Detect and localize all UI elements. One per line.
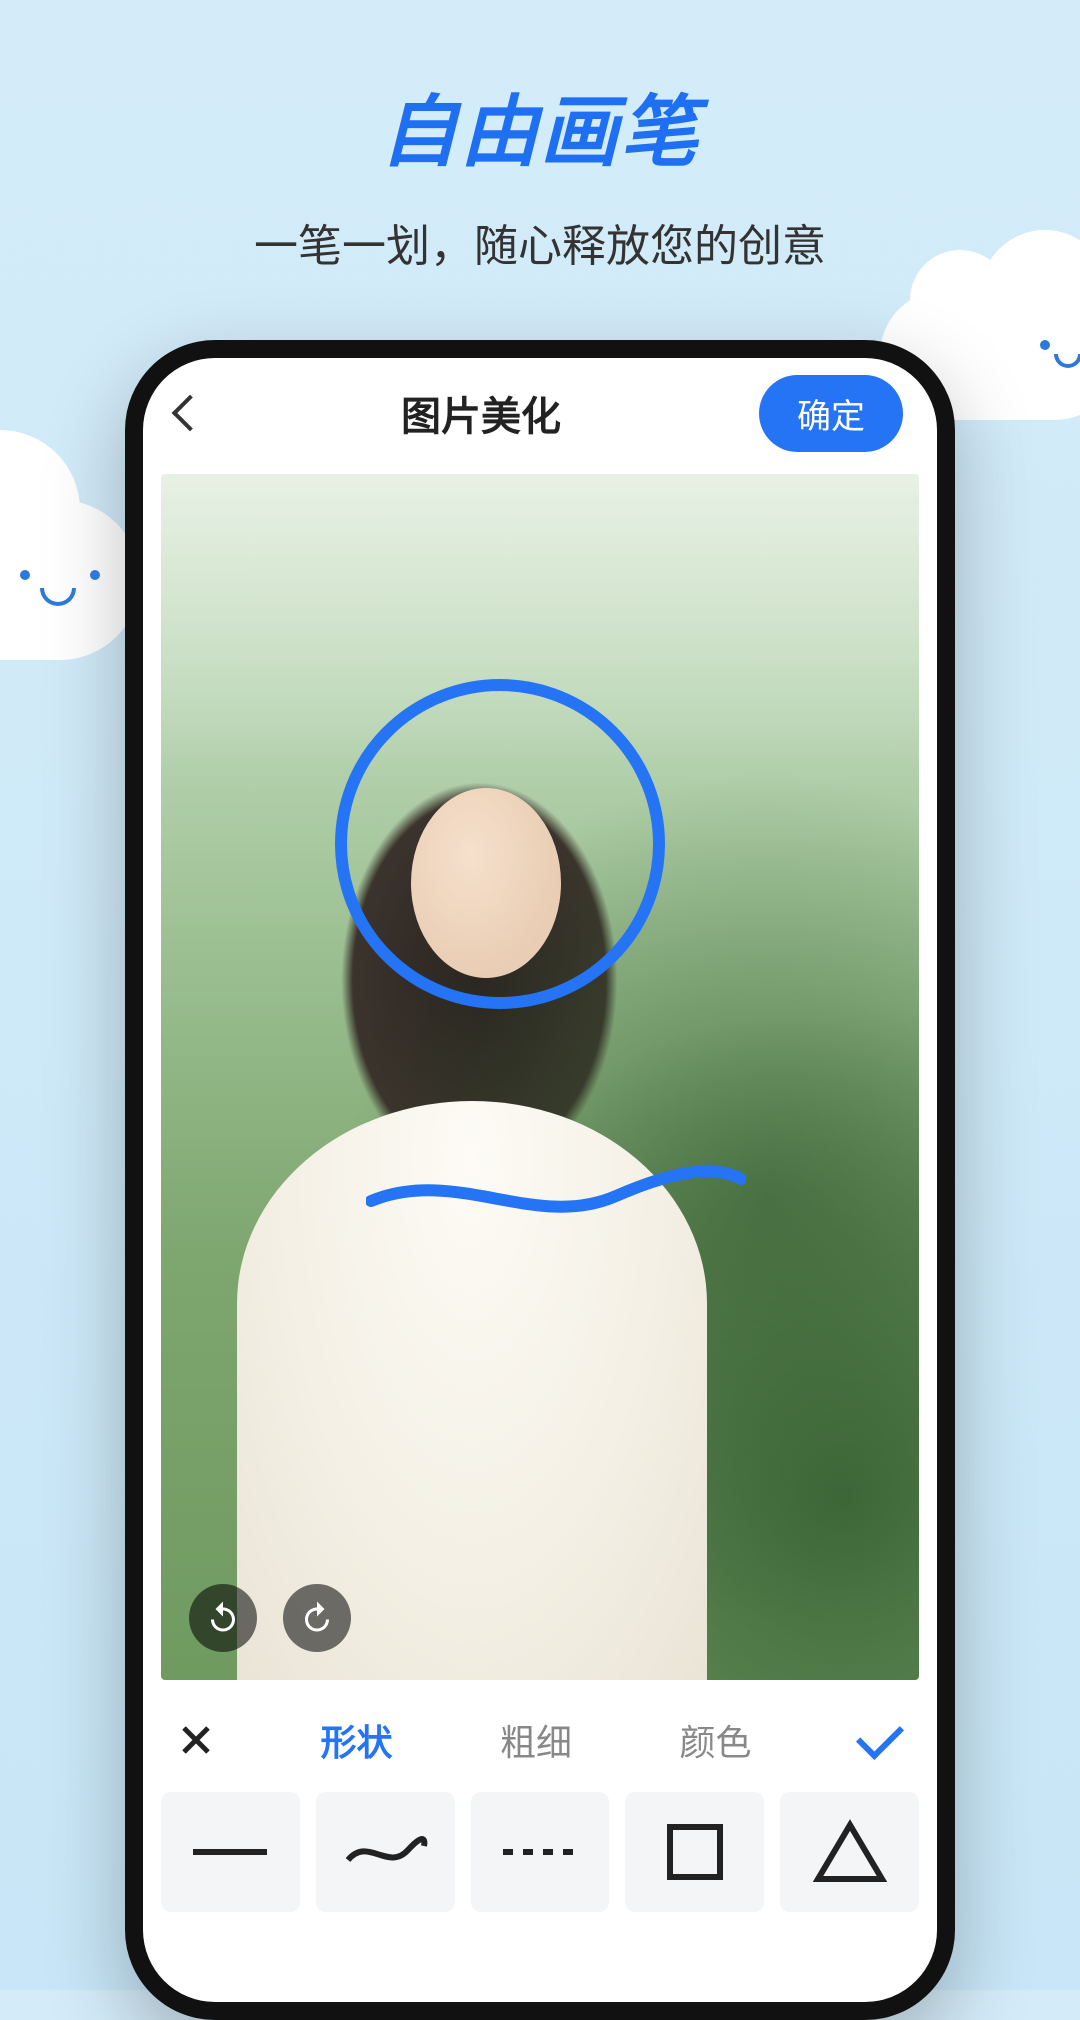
hero-subtitle: 一笔一划，随心释放您的创意 <box>0 210 1080 274</box>
tab-shape[interactable]: 形状 <box>320 1714 392 1766</box>
line-icon <box>185 1832 275 1872</box>
tool-tabs: 形状 粗细 颜色 <box>143 1690 937 1782</box>
close-icon <box>179 1723 213 1757</box>
shape-square[interactable] <box>625 1792 764 1912</box>
page-title: 图片美化 <box>401 384 561 442</box>
apply-button[interactable] <box>859 1731 901 1749</box>
shape-picker <box>143 1782 937 2002</box>
check-icon <box>856 1712 904 1760</box>
decorative-cloud <box>0 500 140 660</box>
redo-icon <box>299 1600 335 1636</box>
shape-triangle[interactable] <box>780 1792 919 1912</box>
phone-frame: 图片美化 确定 形状 粗细 颜色 <box>125 340 955 2020</box>
drawn-circle-annotation <box>335 679 665 1009</box>
close-button[interactable] <box>179 1723 213 1757</box>
back-button[interactable] <box>177 400 203 426</box>
wave-icon <box>340 1832 430 1872</box>
square-icon <box>660 1817 730 1887</box>
shape-line[interactable] <box>161 1792 300 1912</box>
triangle-icon <box>810 1817 890 1887</box>
confirm-button[interactable]: 确定 <box>759 375 903 452</box>
undo-button[interactable] <box>189 1584 257 1652</box>
tab-thickness[interactable]: 粗细 <box>500 1714 572 1766</box>
tab-color[interactable]: 颜色 <box>679 1714 751 1766</box>
shape-dash[interactable] <box>471 1792 610 1912</box>
phone-screen: 图片美化 确定 形状 粗细 颜色 <box>143 358 937 2002</box>
dash-icon <box>495 1832 585 1872</box>
redo-button[interactable] <box>283 1584 351 1652</box>
undo-icon <box>205 1600 241 1636</box>
topbar: 图片美化 确定 <box>143 358 937 468</box>
drawn-wave-annotation <box>366 1161 746 1221</box>
hero-title: 自由画笔 <box>0 70 1080 182</box>
chevron-left-icon <box>172 395 209 432</box>
image-canvas[interactable] <box>161 474 919 1680</box>
shape-wave[interactable] <box>316 1792 455 1912</box>
